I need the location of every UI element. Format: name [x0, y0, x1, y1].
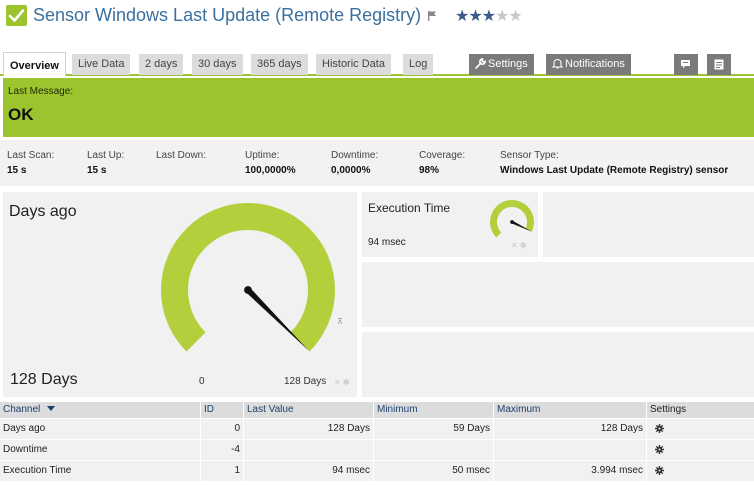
cell-maximum: 3.994 msec — [493, 461, 646, 481]
column-maximum[interactable]: Maximum — [493, 402, 646, 418]
cell-maximum — [493, 440, 646, 460]
cell-minimum — [373, 440, 493, 460]
stat-last-up: Last Up: 15 s — [87, 150, 125, 176]
stat-sensor-type: Sensor Type: Windows Last Update (Remote… — [500, 150, 729, 176]
gauge-panel-execution-time[interactable]: Execution Time 94 msec ✕ ✽ — [362, 192, 538, 257]
tab-30-days[interactable]: 30 days — [192, 54, 243, 75]
stat-coverage: Coverage: 98% — [419, 150, 466, 176]
column-channel[interactable]: Channel — [0, 402, 200, 418]
column-last-value[interactable]: Last Value — [243, 402, 373, 418]
execution-time-gauge-arc — [490, 200, 534, 238]
sensor-stats: Last Scan: 15 s Last Up: 15 s Last Down:… — [0, 140, 754, 186]
table-row[interactable]: Days ago 0 128 Days 59 Days 128 Days — [0, 418, 754, 439]
cell-channel[interactable]: Downtime — [0, 440, 200, 460]
gauge-options-icon[interactable]: ✕ ✽ — [334, 378, 350, 387]
exec-gauge-options-icon[interactable]: ✕ ✽ — [511, 241, 527, 250]
tab-365-days[interactable]: 365 days — [251, 54, 308, 75]
column-settings: Settings — [646, 402, 754, 418]
days-ago-gauge-arc — [161, 203, 336, 352]
last-message-bar: Last Message: OK — [3, 78, 754, 137]
cell-channel[interactable]: Days ago — [0, 419, 200, 439]
tab-notes[interactable] — [707, 54, 731, 75]
gear-icon[interactable] — [655, 445, 664, 454]
gauge-end-marker: ⊼ — [337, 317, 343, 326]
gear-icon[interactable] — [655, 424, 664, 433]
cell-channel[interactable]: Execution Time — [0, 461, 200, 481]
tab-2-days[interactable]: 2 days — [139, 54, 184, 75]
gauge-max-label: 128 Days — [284, 376, 327, 387]
tab-overview[interactable]: Overview — [3, 52, 66, 76]
tab-historic-data[interactable]: Historic Data — [316, 54, 391, 75]
wrench-icon — [475, 58, 486, 69]
tab-comments[interactable] — [674, 54, 698, 75]
cell-last-value — [243, 440, 373, 460]
column-minimum[interactable]: Minimum — [373, 402, 493, 418]
table-row[interactable]: Execution Time 1 94 msec 50 msec 3.994 m… — [0, 460, 754, 481]
days-ago-gauge: ⊼ — [161, 203, 343, 352]
stat-last-scan: Last Scan: 15 s — [7, 150, 55, 176]
stat-downtime: Downtime: 0,0000% — [331, 150, 379, 176]
table-header: Channel ID Last Value Minimum Maximum Se… — [0, 402, 754, 418]
cell-settings — [646, 461, 754, 481]
priority-stars[interactable]: ★★★★★ — [455, 6, 523, 26]
days-ago-gauge-hub — [244, 286, 252, 294]
cell-minimum: 59 Days — [373, 419, 493, 439]
page-title: Sensor Windows Last Update (Remote Regis… — [33, 5, 422, 25]
stat-uptime: Uptime: 100,0000% — [245, 150, 296, 176]
bell-icon — [551, 58, 564, 69]
empty-panel — [362, 332, 754, 397]
empty-panel — [362, 262, 754, 327]
stat-last-down: Last Down: — [156, 150, 207, 161]
tab-settings[interactable]: Settings — [469, 54, 534, 75]
last-message-label: Last Message: — [8, 86, 74, 97]
tab-log[interactable]: Log — [403, 54, 434, 75]
cell-settings — [646, 440, 754, 460]
cell-id: 1 — [200, 461, 243, 481]
cell-last-value: 128 Days — [243, 419, 373, 439]
status-ok-icon — [6, 5, 27, 26]
gauge-min-label: 0 — [199, 376, 205, 387]
empty-panel — [543, 192, 754, 257]
sensor-header: Sensor Windows Last Update (Remote Regis… — [0, 0, 754, 34]
table-row[interactable]: Downtime -4 — [0, 439, 754, 460]
last-message-value: OK — [8, 105, 34, 124]
star-icon[interactable]: ★ — [455, 8, 469, 25]
cell-id: 0 — [200, 419, 243, 439]
star-icon[interactable]: ★ — [482, 8, 496, 25]
gauge-panel-days-ago[interactable]: Days ago ⊼ 128 Days 0 128 Days ✕ ✽ — [3, 192, 357, 397]
cell-id: -4 — [200, 440, 243, 460]
gauge-value: 128 Days — [10, 371, 78, 388]
comment-icon — [681, 60, 690, 69]
tab-live-data[interactable]: Live Data — [72, 54, 131, 75]
column-id[interactable]: ID — [200, 402, 243, 418]
tab-bar: Overview Live Data 2 days 30 days 365 da… — [0, 52, 754, 76]
gear-icon[interactable] — [655, 466, 664, 475]
execution-time-gauge-hub — [510, 220, 514, 224]
cell-settings — [646, 419, 754, 439]
cell-minimum: 50 msec — [373, 461, 493, 481]
tab-notifications[interactable]: Notifications — [546, 54, 631, 75]
notes-icon — [714, 59, 724, 70]
star-icon[interactable]: ★ — [495, 8, 509, 25]
star-icon[interactable]: ★ — [508, 8, 522, 25]
star-icon[interactable]: ★ — [468, 8, 482, 25]
flag-icon[interactable] — [427, 11, 437, 21]
cell-last-value: 94 msec — [243, 461, 373, 481]
cell-maximum: 128 Days — [493, 419, 646, 439]
exec-gauge-value: 94 msec — [368, 237, 406, 248]
days-ago-gauge-needle — [245, 287, 309, 351]
sort-desc-icon — [47, 406, 56, 411]
